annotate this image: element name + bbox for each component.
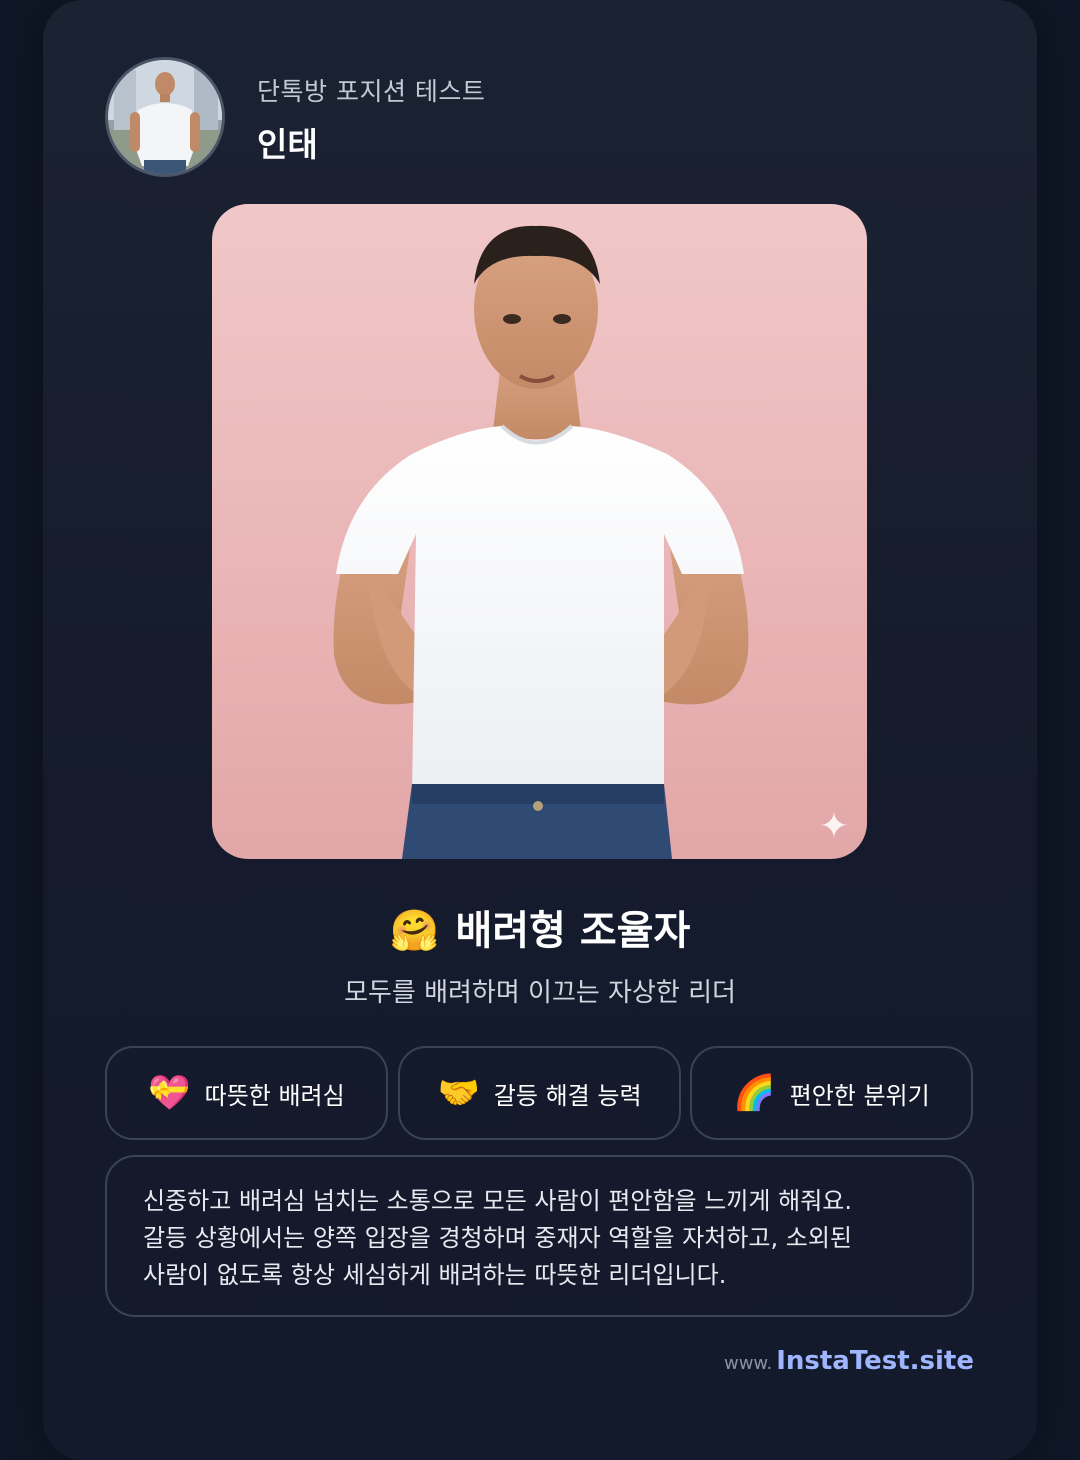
rainbow-icon: 🌈 — [733, 1073, 776, 1113]
summary-line: 신중하고 배려심 넘치는 소통으로 모든 사람이 편안함을 느끼게 해줘요. — [143, 1187, 852, 1215]
trait-chip-comfortable-mood: 🌈 편안한 분위기 — [690, 1046, 973, 1140]
trait-label: 따뜻한 배려심 — [204, 1081, 345, 1110]
user-name: 인태 — [257, 125, 318, 164]
test-subtitle: 단톡방 포지션 테스트 — [257, 77, 486, 106]
summary-line: 사람이 없도록 항상 세심하게 배려하는 따뜻한 리더입니다. — [143, 1261, 727, 1289]
result-description: 모두를 배려하며 이끄는 자상한 리더 — [344, 978, 736, 1008]
trait-chip-warm-care: 💝 따뜻한 배려심 — [105, 1046, 388, 1140]
trait-label: 편안한 분위기 — [789, 1081, 930, 1110]
man-open-arms-photo-icon — [333, 225, 749, 859]
trait-chip-conflict-resolution: 🤝 갈등 해결 능력 — [398, 1046, 681, 1140]
trait-label: 갈등 해결 능력 — [493, 1081, 642, 1110]
result-title: 🤗 배려형 조율자 — [0, 898, 1080, 956]
result-title-text: 배려형 조율자 — [455, 908, 691, 954]
result-summary: 신중하고 배려심 넘치는 소통으로 모든 사람이 편안함을 느끼게 해줘요. 갈… — [105, 1155, 974, 1317]
sparkle-icon: ✦ — [818, 806, 849, 847]
site-link[interactable]: www. InstaTest.site — [724, 1346, 974, 1376]
handshake-icon: 🤝 — [437, 1073, 480, 1113]
result-image: ✦ — [212, 204, 867, 859]
site-name: InstaTest.site — [776, 1346, 974, 1376]
avatar — [105, 57, 225, 177]
site-prefix: www. — [723, 1353, 773, 1374]
avatar-photo-icon — [108, 60, 222, 174]
hugging-face-icon: 🤗 — [389, 908, 440, 954]
heart-gift-icon: 💝 — [148, 1073, 191, 1113]
summary-line: 갈등 상황에서는 양쪽 입장을 경청하며 중재자 역할을 자처하고, 소외된 — [143, 1224, 852, 1252]
